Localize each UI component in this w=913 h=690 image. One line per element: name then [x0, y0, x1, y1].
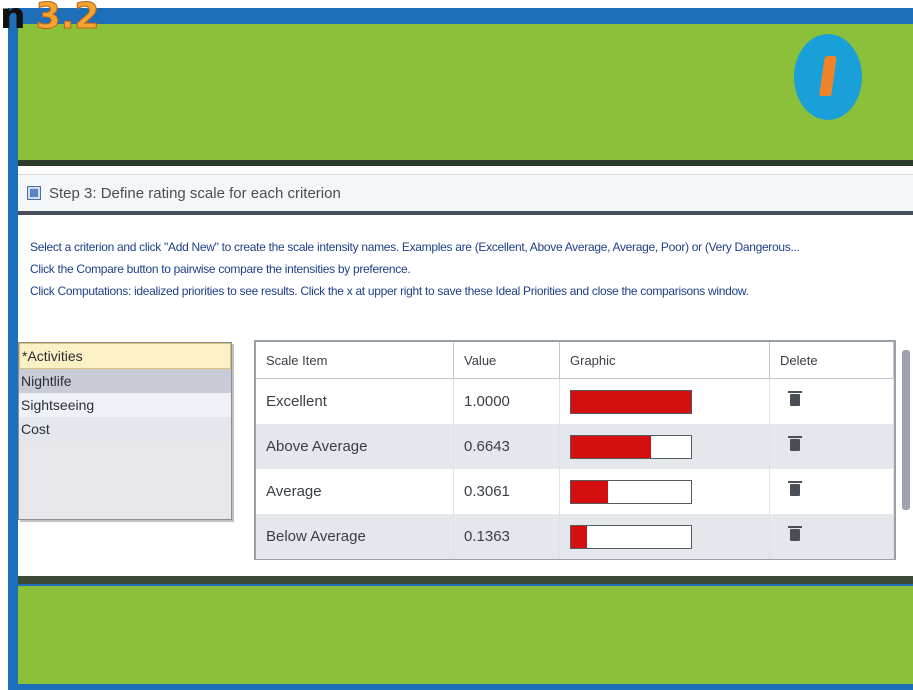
app-content: Step 3: Define rating scale for each cri… [18, 166, 913, 584]
scale-item-value: 0.1363 [453, 514, 560, 559]
scale-item-graphic [559, 424, 770, 469]
trash-icon[interactable] [788, 526, 802, 541]
footer-band [18, 586, 913, 684]
footer-separator [18, 576, 913, 584]
table-row[interactable]: Average 0.3061 [256, 469, 894, 514]
criteria-item-sightseeing[interactable]: Sightseeing [19, 393, 231, 417]
scale-item-name[interactable]: Below Average [256, 514, 454, 559]
priority-bar [570, 524, 692, 549]
delete-cell [769, 514, 894, 559]
slide-title-prefix: n [0, 0, 26, 37]
scale-item-name[interactable]: Average [256, 469, 454, 514]
instruction-line: Select a criterion and click "Add New" t… [30, 240, 800, 254]
instructions: Select a criterion and click "Add New" t… [30, 236, 910, 302]
trash-icon[interactable] [788, 481, 802, 496]
step-toggle-icon[interactable] [27, 186, 41, 200]
priority-bar-fill [571, 480, 608, 503]
criteria-item-nightlife[interactable]: Nightlife [19, 369, 231, 393]
step-title: Step 3: Define rating scale for each cri… [49, 184, 341, 202]
scale-item-name[interactable]: Above Average [256, 424, 454, 469]
criteria-list: *Activities Nightlife Sightseeing Cost [18, 342, 232, 520]
scale-item-value: 0.3061 [453, 469, 560, 514]
column-header-scale-item[interactable]: Scale Item [256, 342, 454, 379]
header-band [18, 24, 913, 160]
priority-bar [570, 389, 692, 414]
column-header-graphic[interactable]: Graphic [559, 342, 770, 379]
priority-bar-fill [571, 435, 651, 458]
column-header-delete[interactable]: Delete [769, 342, 894, 379]
delete-cell [769, 469, 894, 514]
delete-cell [769, 378, 894, 424]
column-header-value[interactable]: Value [453, 342, 560, 379]
trash-icon[interactable] [788, 436, 802, 451]
criteria-item-activities[interactable]: *Activities [19, 343, 231, 369]
scale-table: Scale Item Value Graphic Delete Excellen… [254, 340, 896, 560]
scale-item-graphic [559, 378, 770, 424]
priority-bar-fill [571, 390, 691, 413]
priority-bar [570, 479, 692, 504]
slide-title: n 3.2 [0, 0, 100, 40]
priority-bar [570, 434, 692, 459]
instruction-line: Click the Compare button to pairwise com… [30, 262, 411, 276]
table-header-row: Scale Item Value Graphic Delete [256, 342, 894, 379]
step-header[interactable]: Step 3: Define rating scale for each cri… [18, 174, 913, 215]
priority-bar-fill [571, 525, 588, 548]
slide-title-number: 3.2 [35, 0, 100, 38]
scale-item-graphic [559, 514, 770, 559]
table-row[interactable]: Excellent 1.0000 [256, 378, 894, 424]
vertical-scrollbar[interactable] [902, 350, 910, 510]
scale-item-value: 1.0000 [453, 378, 560, 424]
scale-item-graphic [559, 469, 770, 514]
logo-mark [819, 56, 837, 96]
instruction-line: Click Computations: idealized priorities… [30, 284, 749, 298]
delete-cell [769, 424, 894, 469]
table-row[interactable]: Below Average 0.1363 [256, 514, 894, 559]
brand-logo-icon [794, 34, 862, 120]
table-row[interactable]: Above Average 0.6643 [256, 424, 894, 469]
criteria-item-cost[interactable]: Cost [19, 417, 231, 441]
trash-icon[interactable] [788, 391, 802, 406]
scale-item-value: 0.6643 [453, 424, 560, 469]
scale-item-name[interactable]: Excellent [256, 378, 454, 424]
